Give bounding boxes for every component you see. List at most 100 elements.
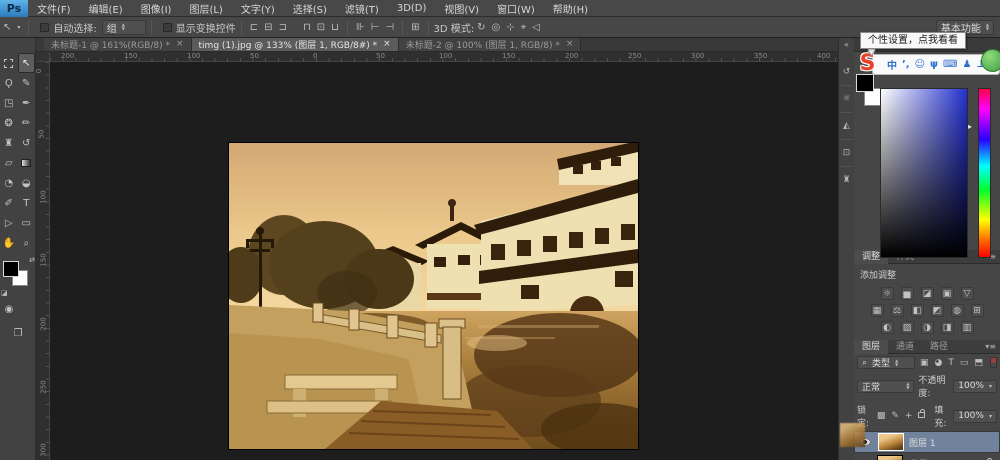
3d-roll-icon[interactable]: ◎ <box>489 22 504 33</box>
brush-tool[interactable]: ✏ <box>18 113 36 133</box>
fill-dropdown[interactable]: 100% ▾ <box>953 410 997 423</box>
filter-pixel-layers-icon[interactable]: ▣ <box>919 358 930 368</box>
filter-type-layers-icon[interactable]: T <box>947 358 955 368</box>
history-panel-icon[interactable]: ↺ <box>841 59 853 85</box>
menu-item-file[interactable]: 文件(F) <box>28 1 80 16</box>
tab-close-icon[interactable]: × <box>176 39 184 49</box>
tab-paths[interactable]: 路径 <box>922 340 956 354</box>
channel-mixer-icon[interactable]: ◍ <box>951 304 964 317</box>
document-tab-untitled1[interactable]: 未标题-1 @ 161%(RGB/8) * × <box>44 37 192 51</box>
show-transform-checkbox[interactable] <box>163 23 172 32</box>
distribute-left-button[interactable]: ⊪ <box>353 22 368 33</box>
hue-saturation-icon[interactable]: ▦ <box>871 304 884 317</box>
sogou-voice-icon[interactable]: ψ <box>930 59 938 70</box>
photo-filter-icon[interactable]: ◩ <box>931 304 944 317</box>
black-white-icon[interactable]: ◧ <box>911 304 924 317</box>
align-vertical-centers-button[interactable]: ⊡ <box>314 22 328 33</box>
menu-item-edit[interactable]: 编辑(E) <box>80 1 132 16</box>
menu-item-help[interactable]: 帮助(H) <box>544 1 597 16</box>
color-balance-icon[interactable]: ⚖ <box>891 304 904 317</box>
align-horizontal-centers-button[interactable]: ⊟ <box>261 22 275 33</box>
align-right-edges-button[interactable]: ⊐ <box>276 22 290 33</box>
sogou-promo-badge[interactable] <box>981 49 1000 72</box>
exposure-icon[interactable]: ▣ <box>941 287 954 300</box>
rectangular-marquee-tool[interactable] <box>0 53 18 73</box>
align-left-edges-button[interactable]: ⊏ <box>247 22 261 33</box>
sogou-handwriting-icon[interactable]: ♟ <box>962 59 971 70</box>
layer-name[interactable]: 图层 1 <box>909 436 936 449</box>
canvas-image-water-town[interactable] <box>229 143 638 449</box>
character-panel-icon[interactable]: ⊡ <box>841 139 853 166</box>
gradient-tool[interactable] <box>18 153 36 173</box>
menu-item-layer[interactable]: 图层(L) <box>180 1 231 16</box>
brightness-contrast-icon[interactable]: ☼ <box>881 287 894 300</box>
document-canvas[interactable] <box>50 62 838 460</box>
move-tool-selected[interactable]: ↖ <box>18 53 36 73</box>
blend-mode-dropdown[interactable]: 正常 ▲▼ <box>857 380 914 393</box>
menu-item-filter[interactable]: 滤镜(T) <box>336 1 388 16</box>
distribute-right-button[interactable]: ⊣ <box>382 22 397 33</box>
properties-panel-icon[interactable]: ☼ <box>841 85 853 112</box>
menu-item-3d[interactable]: 3D(D) <box>388 3 436 14</box>
eyedropper-tool[interactable]: ✒ <box>18 93 36 113</box>
menu-item-window[interactable]: 窗口(W) <box>488 1 544 16</box>
swap-colors-icon[interactable]: ⇄ <box>29 256 35 264</box>
sogou-keyboard-icon[interactable]: ⌨ <box>943 59 957 70</box>
threshold-icon[interactable]: ◑ <box>921 321 934 334</box>
sogou-punctuation-icon[interactable]: ’, <box>902 59 910 70</box>
layer-row-background[interactable]: 背景 <box>854 453 1000 460</box>
sogou-emoji-icon[interactable]: ☺ <box>915 59 925 70</box>
ruler-origin-corner[interactable] <box>36 52 50 62</box>
default-colors-icon[interactable]: ◪ <box>1 289 8 297</box>
3d-rotate-icon[interactable]: ↻ <box>474 22 488 33</box>
tab-channels[interactable]: 通道 <box>888 340 922 354</box>
path-selection-tool[interactable]: ▷ <box>0 213 18 233</box>
clone-source-panel-icon[interactable]: ♜ <box>841 166 853 193</box>
blur-tool[interactable]: ◔ <box>0 173 18 193</box>
align-bottom-edges-button[interactable]: ⊔ <box>328 22 342 33</box>
3d-drag-icon[interactable]: ⊹ <box>503 22 517 33</box>
layer-thumbnail[interactable] <box>877 455 903 460</box>
layer-filtering-switch[interactable] <box>990 357 997 368</box>
clone-stamp-tool[interactable]: ♜ <box>0 133 18 153</box>
dodge-tool[interactable]: ◒ <box>18 173 36 193</box>
layer-filter-dropdown[interactable]: ⌕ 类型 ▲▼ <box>857 356 915 369</box>
align-top-edges-button[interactable]: ⊓ <box>300 22 314 33</box>
document-tab-untitled2[interactable]: 未标题-2 @ 100% (图层 1, RGB/8) * × <box>399 37 582 51</box>
vibrance-icon[interactable]: ▽ <box>961 287 974 300</box>
document-tab-timg-active[interactable]: timg (1).jpg @ 133% (图层 1, RGB/8#) * × <box>192 37 399 51</box>
menu-item-select[interactable]: 选择(S) <box>284 1 336 16</box>
invert-icon[interactable]: ◐ <box>881 321 894 334</box>
type-tool[interactable]: T <box>18 193 36 213</box>
tab-close-icon[interactable]: × <box>383 39 391 49</box>
rectangle-shape-tool[interactable]: ▭ <box>18 213 36 233</box>
auto-select-dropdown[interactable]: 组 ▲▼ <box>102 20 146 35</box>
distribute-center-button[interactable]: ⊢ <box>368 22 383 33</box>
pen-tool[interactable]: ✐ <box>0 193 18 213</box>
3d-camera-icon[interactable]: ◁ <box>529 22 543 33</box>
filter-shape-layers-icon[interactable]: ▭ <box>959 358 970 368</box>
color-lookup-icon[interactable]: ⊞ <box>971 304 984 317</box>
selective-color-icon[interactable]: ▥ <box>961 321 974 334</box>
foreground-color-swatch[interactable] <box>3 261 19 277</box>
filter-smart-objects-icon[interactable]: ⬒ <box>973 358 984 368</box>
hue-slider-bar[interactable] <box>978 88 991 258</box>
quick-mask-button[interactable]: ◉ <box>0 299 18 319</box>
history-brush-tool[interactable]: ↺ <box>18 133 36 153</box>
curves-icon[interactable]: ◪ <box>921 287 934 300</box>
opacity-dropdown[interactable]: 100% ▾ <box>953 380 997 393</box>
menu-item-view[interactable]: 视图(V) <box>435 1 488 16</box>
zoom-tool[interactable]: ⌕ <box>18 233 36 253</box>
sogou-logo[interactable]: S <box>855 51 880 77</box>
quick-selection-tool[interactable]: ✎ <box>18 73 36 93</box>
menu-item-type[interactable]: 文字(Y) <box>232 1 284 16</box>
gradient-map-icon[interactable]: ◨ <box>941 321 954 334</box>
tool-preset-caret-icon[interactable]: ▾ <box>14 24 23 31</box>
sogou-lang-icon[interactable]: 中 <box>887 57 897 72</box>
spot-healing-brush-tool[interactable]: ❂ <box>0 113 18 133</box>
filter-adjustment-layers-icon[interactable]: ◕ <box>934 358 944 368</box>
info-panel-icon[interactable]: ◭ <box>841 112 853 139</box>
3d-slide-icon[interactable]: ⌖ <box>518 22 530 33</box>
horizontal-ruler[interactable]: 200 150 100 50 0 50 100 150 200 250 300 … <box>50 52 838 62</box>
menu-item-image[interactable]: 图像(I) <box>132 1 181 16</box>
